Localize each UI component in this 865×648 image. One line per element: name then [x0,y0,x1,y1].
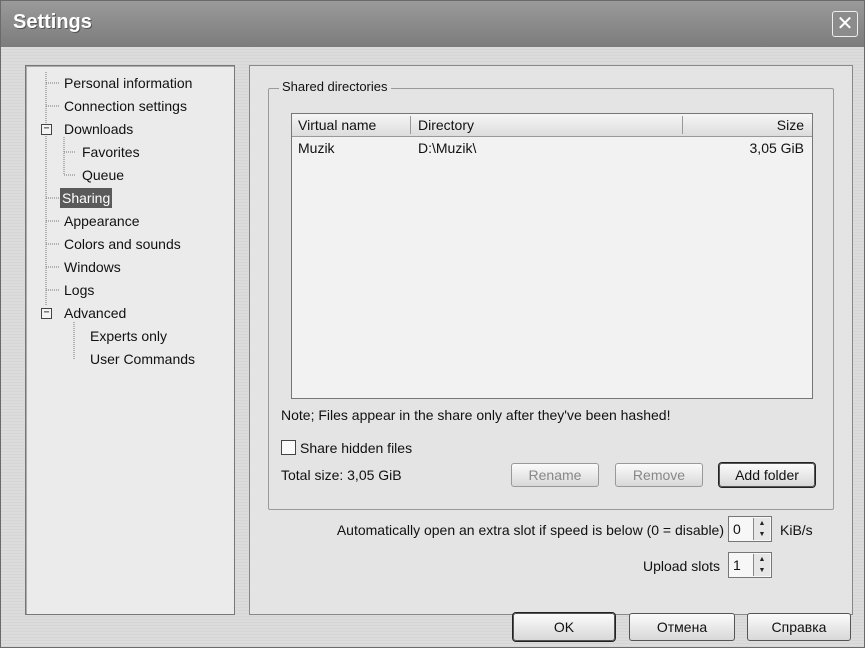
spin-down-icon[interactable]: ▼ [754,565,770,576]
title-bar[interactable]: Settings ✕ [1,1,864,47]
tree-item-queue[interactable]: Queue [80,165,126,185]
column-virtual-name[interactable]: Virtual name [292,114,410,136]
spin-down-icon[interactable]: ▼ [754,529,770,540]
spinner-buttons[interactable]: ▲ ▼ [753,554,770,576]
close-icon[interactable]: ✕ [832,11,858,37]
tree-item-windows[interactable]: Windows [62,257,123,277]
downloads-expander-icon[interactable]: − [41,124,52,135]
column-separator[interactable] [410,116,411,134]
tree-item-favorites[interactable]: Favorites [80,142,142,162]
window-title: Settings [13,11,92,33]
share-hidden-files-row[interactable]: Share hidden files [281,439,412,457]
list-header: Virtual name Directory Size [292,114,812,137]
advanced-expander-icon[interactable]: − [41,308,52,319]
extra-slot-label: Automatically open an extra slot if spee… [336,522,724,538]
hash-note: Note; Files appear in the share only aft… [281,407,671,423]
column-separator[interactable] [682,116,683,134]
tree-item-user-commands[interactable]: User Commands [88,349,197,369]
tree-item-sharing[interactable]: Sharing [60,188,113,208]
tree-item-experts-only[interactable]: Experts only [88,326,169,346]
shared-directories-list[interactable]: Virtual name Directory Size Muzik D:\Muz… [291,113,813,399]
share-hidden-label: Share hidden files [300,440,413,456]
extra-slot-value[interactable]: 0 [733,521,741,537]
settings-tree[interactable]: − − Personal information Connection sett… [25,65,235,615]
add-folder-button[interactable]: Add folder [719,463,815,487]
tree-item-personal-information[interactable]: Personal information [62,73,194,93]
total-size: Total size: 3,05 GiB [281,467,402,483]
spinner-buttons[interactable]: ▲ ▼ [753,518,770,540]
help-button[interactable]: Справка [747,613,851,641]
remove-button[interactable]: Remove [615,463,703,487]
spin-up-icon[interactable]: ▲ [754,554,770,565]
ok-button[interactable]: OK [513,613,615,641]
extra-slot-unit: KiB/s [780,522,813,538]
cell-size: 3,05 GiB [749,140,804,156]
upload-slots-spinner[interactable]: 1 ▲ ▼ [728,552,772,578]
column-directory[interactable]: Directory [412,114,682,136]
shared-directories-group: Shared directories Virtual name Director… [268,79,834,510]
dialog-body: − − Personal information Connection sett… [1,47,864,647]
column-size[interactable]: Size [684,114,810,136]
shared-directories-label: Shared directories [279,79,391,94]
spin-up-icon[interactable]: ▲ [754,518,770,529]
rename-button[interactable]: Rename [511,463,599,487]
table-row[interactable]: Muzik D:\Muzik\ 3,05 GiB [292,138,812,158]
extra-slot-spinner[interactable]: 0 ▲ ▼ [728,516,772,542]
tree-item-advanced[interactable]: Advanced [62,303,128,323]
cell-directory: D:\Muzik\ [418,140,477,156]
tree-item-colors-and-sounds[interactable]: Colors and sounds [62,234,183,254]
tree-item-downloads[interactable]: Downloads [62,119,135,139]
upload-slots-label: Upload slots [642,558,720,574]
settings-window: Settings ✕ − − Personal information Conn… [0,0,865,648]
sharing-page: Shared directories Virtual name Director… [249,65,853,615]
tree-item-appearance[interactable]: Appearance [62,211,142,231]
cell-virtual-name: Muzik [298,140,335,156]
tree-item-connection-settings[interactable]: Connection settings [62,96,189,116]
tree-item-logs[interactable]: Logs [62,280,96,300]
upload-slots-value[interactable]: 1 [733,557,741,573]
share-hidden-checkbox[interactable] [281,440,296,455]
cancel-button[interactable]: Отмена [629,613,735,641]
